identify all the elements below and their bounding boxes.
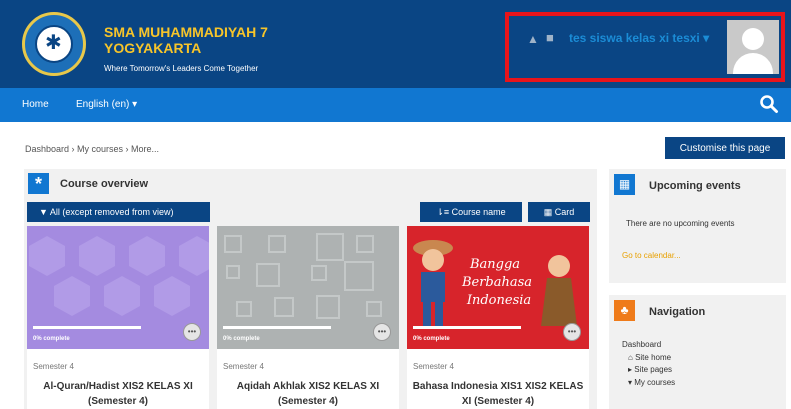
progress-label: 0% complete: [33, 336, 70, 342]
course-category: Semester 4: [33, 362, 74, 371]
customise-page-button[interactable]: Customise this page: [665, 137, 785, 159]
breadcrumb[interactable]: Dashboard › My courses › More...: [25, 144, 159, 154]
course-overview-block: * Course overview ▼ All (except removed …: [24, 169, 597, 409]
course-actions-button[interactable]: •••: [183, 323, 201, 341]
asterisk-icon: *: [28, 173, 49, 194]
search-icon[interactable]: [759, 94, 779, 114]
user-name: tes siswa kelas xi tesxi: [569, 31, 700, 45]
nav-site-pages-label: Site pages: [634, 365, 673, 374]
main-navbar: Home English (en) ▾: [0, 88, 791, 122]
nav-site-home[interactable]: ⌂ Site home: [622, 352, 675, 365]
course-title[interactable]: Al-Quran/Hadist XIS2 KELAS XI (Semester …: [27, 379, 209, 409]
course-title[interactable]: Aqidah Akhlak XIS2 KELAS XI (Semester 4): [217, 379, 399, 409]
calendar-icon: ▦: [614, 174, 635, 195]
user-menu-highlight: ▲ ■ tes siswa kelas xi tesxi ▾: [505, 12, 785, 82]
course-title[interactable]: Bahasa Indonesia XIS1 XIS2 KELAS XI (Sem…: [407, 379, 589, 409]
navigation-block: ♣ Navigation Dashboard ⌂ Site home ▸ Sit…: [609, 295, 786, 409]
avatar-head: [742, 28, 764, 50]
school-name[interactable]: SMA MUHAMMADIYAH 7 YOGYAKARTA: [104, 24, 294, 56]
course-image[interactable]: 0% complete •••: [217, 226, 399, 349]
sort-dropdown[interactable]: ⇂≡ Course name: [420, 202, 522, 222]
course-illustration: Bangga Berbahasa Indonesia: [413, 240, 577, 326]
course-card[interactable]: Bangga Berbahasa Indonesia 0% complete •…: [407, 226, 589, 409]
image-text-1: Bangga: [469, 257, 520, 272]
nav-my-courses[interactable]: ▾ My courses: [622, 377, 675, 390]
image-text-2: Berbahasa: [461, 275, 532, 290]
chat-icon[interactable]: ■: [546, 30, 554, 45]
logo-emblem: ✱: [35, 25, 73, 63]
block-title: Navigation: [649, 306, 706, 318]
course-category: Semester 4: [223, 362, 264, 371]
language-menu[interactable]: English (en) ▾: [76, 99, 137, 110]
course-image[interactable]: 0% complete •••: [27, 226, 209, 349]
course-category: Semester 4: [413, 362, 454, 371]
progress-label: 0% complete: [223, 336, 260, 342]
hexagon-pattern: [29, 236, 209, 316]
progress-bar: [413, 326, 521, 329]
nav-site-home-label: Site home: [635, 352, 672, 362]
nav-dashboard[interactable]: Dashboard: [622, 339, 675, 352]
logo-star-icon: ✱: [45, 32, 62, 54]
image-text-3: Indonesia: [466, 293, 531, 308]
block-title: Upcoming events: [649, 180, 741, 192]
bell-icon[interactable]: ▲: [527, 32, 539, 46]
navigation-tree: Dashboard ⌂ Site home ▸ Site pages ▾ My …: [622, 339, 675, 389]
avatar[interactable]: [727, 20, 779, 74]
sitemap-icon: ♣: [614, 300, 635, 321]
filter-dropdown[interactable]: ▼ All (except removed from view): [27, 202, 210, 222]
progress-label: 0% complete: [413, 336, 450, 342]
course-actions-button[interactable]: •••: [563, 323, 581, 341]
upcoming-events-block: ▦ Upcoming events There are no upcoming …: [609, 169, 786, 283]
nav-site-pages[interactable]: ▸ Site pages: [622, 364, 675, 377]
course-actions-button[interactable]: •••: [373, 323, 391, 341]
school-tagline: Where Tomorrow's Leaders Come Together: [104, 64, 259, 73]
course-card[interactable]: 0% complete ••• Semester 4 Al-Quran/Hadi…: [27, 226, 209, 409]
school-logo[interactable]: ✱: [22, 12, 86, 76]
no-events-text: There are no upcoming events: [626, 219, 735, 228]
avatar-body: [733, 53, 773, 74]
view-dropdown[interactable]: ▦ Card: [528, 202, 590, 222]
square-pattern: [224, 233, 382, 319]
chevron-down-icon: ▾: [703, 31, 710, 45]
nav-my-courses-label: My courses: [634, 377, 676, 387]
home-icon: ⌂: [628, 352, 636, 362]
progress-bar: [223, 326, 331, 329]
nav-home-link[interactable]: Home: [22, 99, 49, 110]
user-menu-toggle[interactable]: tes siswa kelas xi tesxi ▾: [569, 31, 709, 45]
site-header: ✱ SMA MUHAMMADIYAH 7 YOGYAKARTA Where To…: [0, 0, 791, 88]
go-to-calendar-link[interactable]: Go to calendar...: [622, 251, 681, 260]
progress-bar: [33, 326, 141, 329]
course-card[interactable]: 0% complete ••• Semester 4 Aqidah Akhlak…: [217, 226, 399, 409]
block-title: Course overview: [60, 178, 149, 190]
course-image[interactable]: Bangga Berbahasa Indonesia 0% complete •…: [407, 226, 589, 349]
